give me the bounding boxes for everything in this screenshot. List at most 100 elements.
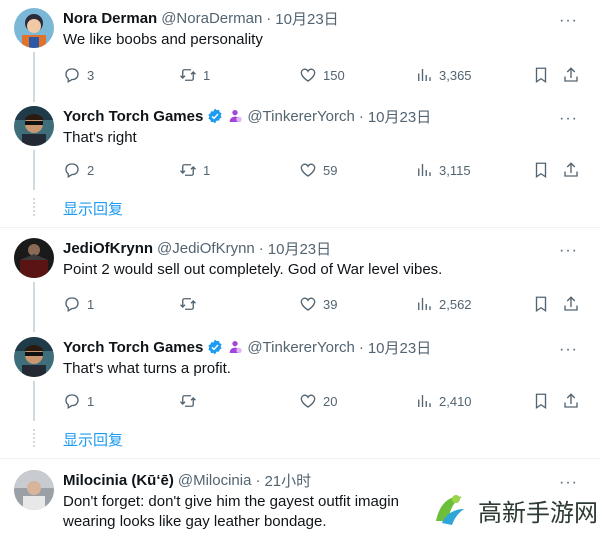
- view-count: 2,410: [439, 393, 472, 409]
- bookmark-button[interactable]: [532, 64, 550, 86]
- display-name[interactable]: JediOfKrynn: [63, 240, 153, 257]
- tweet-header: JediOfKrynn @JediOfKrynn · 10月23日: [63, 238, 331, 258]
- tweet-text-line: wearing looks like gay leather bondage.: [63, 513, 327, 530]
- reply-icon: [65, 297, 79, 312]
- retweet-button[interactable]: 1: [179, 64, 210, 86]
- avatar[interactable]: [14, 106, 54, 146]
- more-options-icon[interactable]: ···: [559, 110, 578, 128]
- share-button[interactable]: [562, 390, 580, 412]
- reply-icon: [65, 394, 79, 409]
- display-name[interactable]: Nora Derman: [63, 10, 157, 27]
- reply-count: 1: [87, 296, 95, 312]
- avatar[interactable]: [14, 238, 54, 278]
- retweet-icon: [180, 395, 196, 407]
- share-button[interactable]: [562, 293, 580, 315]
- affiliate-badge-icon[interactable]: [227, 339, 243, 355]
- like-count: 150: [323, 67, 345, 83]
- retweet-count: 1: [203, 162, 211, 178]
- reply-button[interactable]: 2: [63, 159, 94, 181]
- retweet-count: 1: [203, 67, 211, 83]
- view-count: 3,115: [439, 162, 471, 178]
- retweet-button[interactable]: 1: [179, 159, 210, 181]
- user-handle[interactable]: @TinkererYorch: [247, 339, 355, 356]
- display-name[interactable]: Milocinia (Kū‘ē): [63, 472, 174, 489]
- retweet-button[interactable]: [179, 390, 197, 412]
- more-options-icon[interactable]: ···: [559, 12, 578, 30]
- views-button[interactable]: 2,562: [415, 293, 472, 315]
- user-handle[interactable]: @JediOfKrynn: [157, 240, 255, 257]
- heart-icon: [300, 297, 316, 311]
- retweet-icon: [180, 164, 196, 176]
- avatar[interactable]: [14, 337, 54, 377]
- bookmark-button[interactable]: [532, 390, 550, 412]
- retweet-button[interactable]: [179, 293, 197, 315]
- thread-dots: [33, 429, 35, 447]
- like-button[interactable]: 150: [299, 64, 345, 86]
- show-replies-link[interactable]: 显示回复: [63, 429, 123, 450]
- more-options-icon[interactable]: ···: [559, 341, 578, 359]
- bookmark-button[interactable]: [532, 159, 550, 181]
- reply-icon: [65, 163, 79, 178]
- views-button[interactable]: 2,410: [415, 390, 472, 412]
- bookmark-icon: [535, 393, 547, 410]
- avatar[interactable]: [14, 470, 54, 510]
- affiliate-badge-icon[interactable]: [227, 108, 243, 124]
- thread-line: [33, 150, 35, 190]
- tweet[interactable]: Nora Derman @NoraDerman · 10月23日 ··· We …: [0, 8, 600, 102]
- tweet[interactable]: Yorch Torch Games @TinkererYorch · 10月23…: [0, 106, 600, 218]
- verified-badge-icon: [207, 339, 223, 355]
- heart-icon: [300, 394, 316, 408]
- reply-button[interactable]: 1: [63, 390, 94, 412]
- avatar[interactable]: [14, 8, 54, 48]
- tweet-date[interactable]: 10月23日: [268, 238, 331, 259]
- like-count: 20: [323, 393, 338, 409]
- display-name[interactable]: Yorch Torch Games: [63, 339, 203, 356]
- share-icon: [564, 67, 578, 82]
- separator: ·: [358, 107, 364, 125]
- views-icon: [418, 298, 431, 310]
- like-count: 39: [323, 296, 338, 312]
- tweet-text-line: Don't forget: don't give him the gayest …: [63, 493, 399, 510]
- user-handle[interactable]: @NoraDerman: [161, 10, 262, 27]
- like-button[interactable]: 59: [299, 159, 337, 181]
- separator: ·: [258, 239, 264, 257]
- reply-button[interactable]: 3: [63, 64, 94, 86]
- views-button[interactable]: 3,115: [415, 159, 471, 181]
- thread-line: [33, 282, 35, 332]
- views-button[interactable]: 3,365: [415, 64, 472, 86]
- like-count: 59: [323, 162, 338, 178]
- like-button[interactable]: 39: [299, 293, 337, 315]
- bookmark-icon: [535, 296, 547, 313]
- bookmark-button[interactable]: [532, 293, 550, 315]
- tweet-text: Don't forget: don't give him the gayest …: [63, 492, 399, 532]
- share-icon: [564, 393, 578, 408]
- share-icon: [564, 162, 578, 177]
- like-button[interactable]: 20: [299, 390, 337, 412]
- tweet-date[interactable]: 10月23日: [368, 337, 431, 358]
- thread-dots: [33, 198, 35, 216]
- tweet-date[interactable]: 10月23日: [275, 8, 338, 29]
- divider: [0, 227, 600, 228]
- tweet-date[interactable]: 10月23日: [368, 106, 431, 127]
- more-options-icon[interactable]: ···: [559, 242, 578, 260]
- tweet[interactable]: Yorch Torch Games @TinkererYorch · 10月23…: [0, 337, 600, 449]
- action-bar: 2 1 59 3,115: [63, 159, 583, 181]
- view-count: 2,562: [439, 296, 472, 312]
- tweet[interactable]: JediOfKrynn @JediOfKrynn · 10月23日 ··· Po…: [0, 238, 600, 332]
- separator: ·: [255, 471, 261, 489]
- display-name[interactable]: Yorch Torch Games: [63, 108, 203, 125]
- user-handle[interactable]: @TinkererYorch: [247, 108, 355, 125]
- share-button[interactable]: [562, 159, 580, 181]
- heart-icon: [300, 163, 316, 177]
- show-replies-link[interactable]: 显示回复: [63, 198, 123, 219]
- reply-count: 1: [87, 393, 95, 409]
- share-button[interactable]: [562, 64, 580, 86]
- tweet-header: Yorch Torch Games @TinkererYorch · 10月23…: [63, 106, 431, 126]
- tweet-date[interactable]: 21小时: [264, 470, 311, 491]
- tweet-header: Milocinia (Kū‘ē) @Milocinia · 21小时: [63, 470, 311, 490]
- user-handle[interactable]: @Milocinia: [178, 472, 252, 489]
- verified-badge-icon: [207, 108, 223, 124]
- views-icon: [418, 395, 431, 407]
- tweet-text: That's right: [63, 129, 137, 146]
- reply-button[interactable]: 1: [63, 293, 94, 315]
